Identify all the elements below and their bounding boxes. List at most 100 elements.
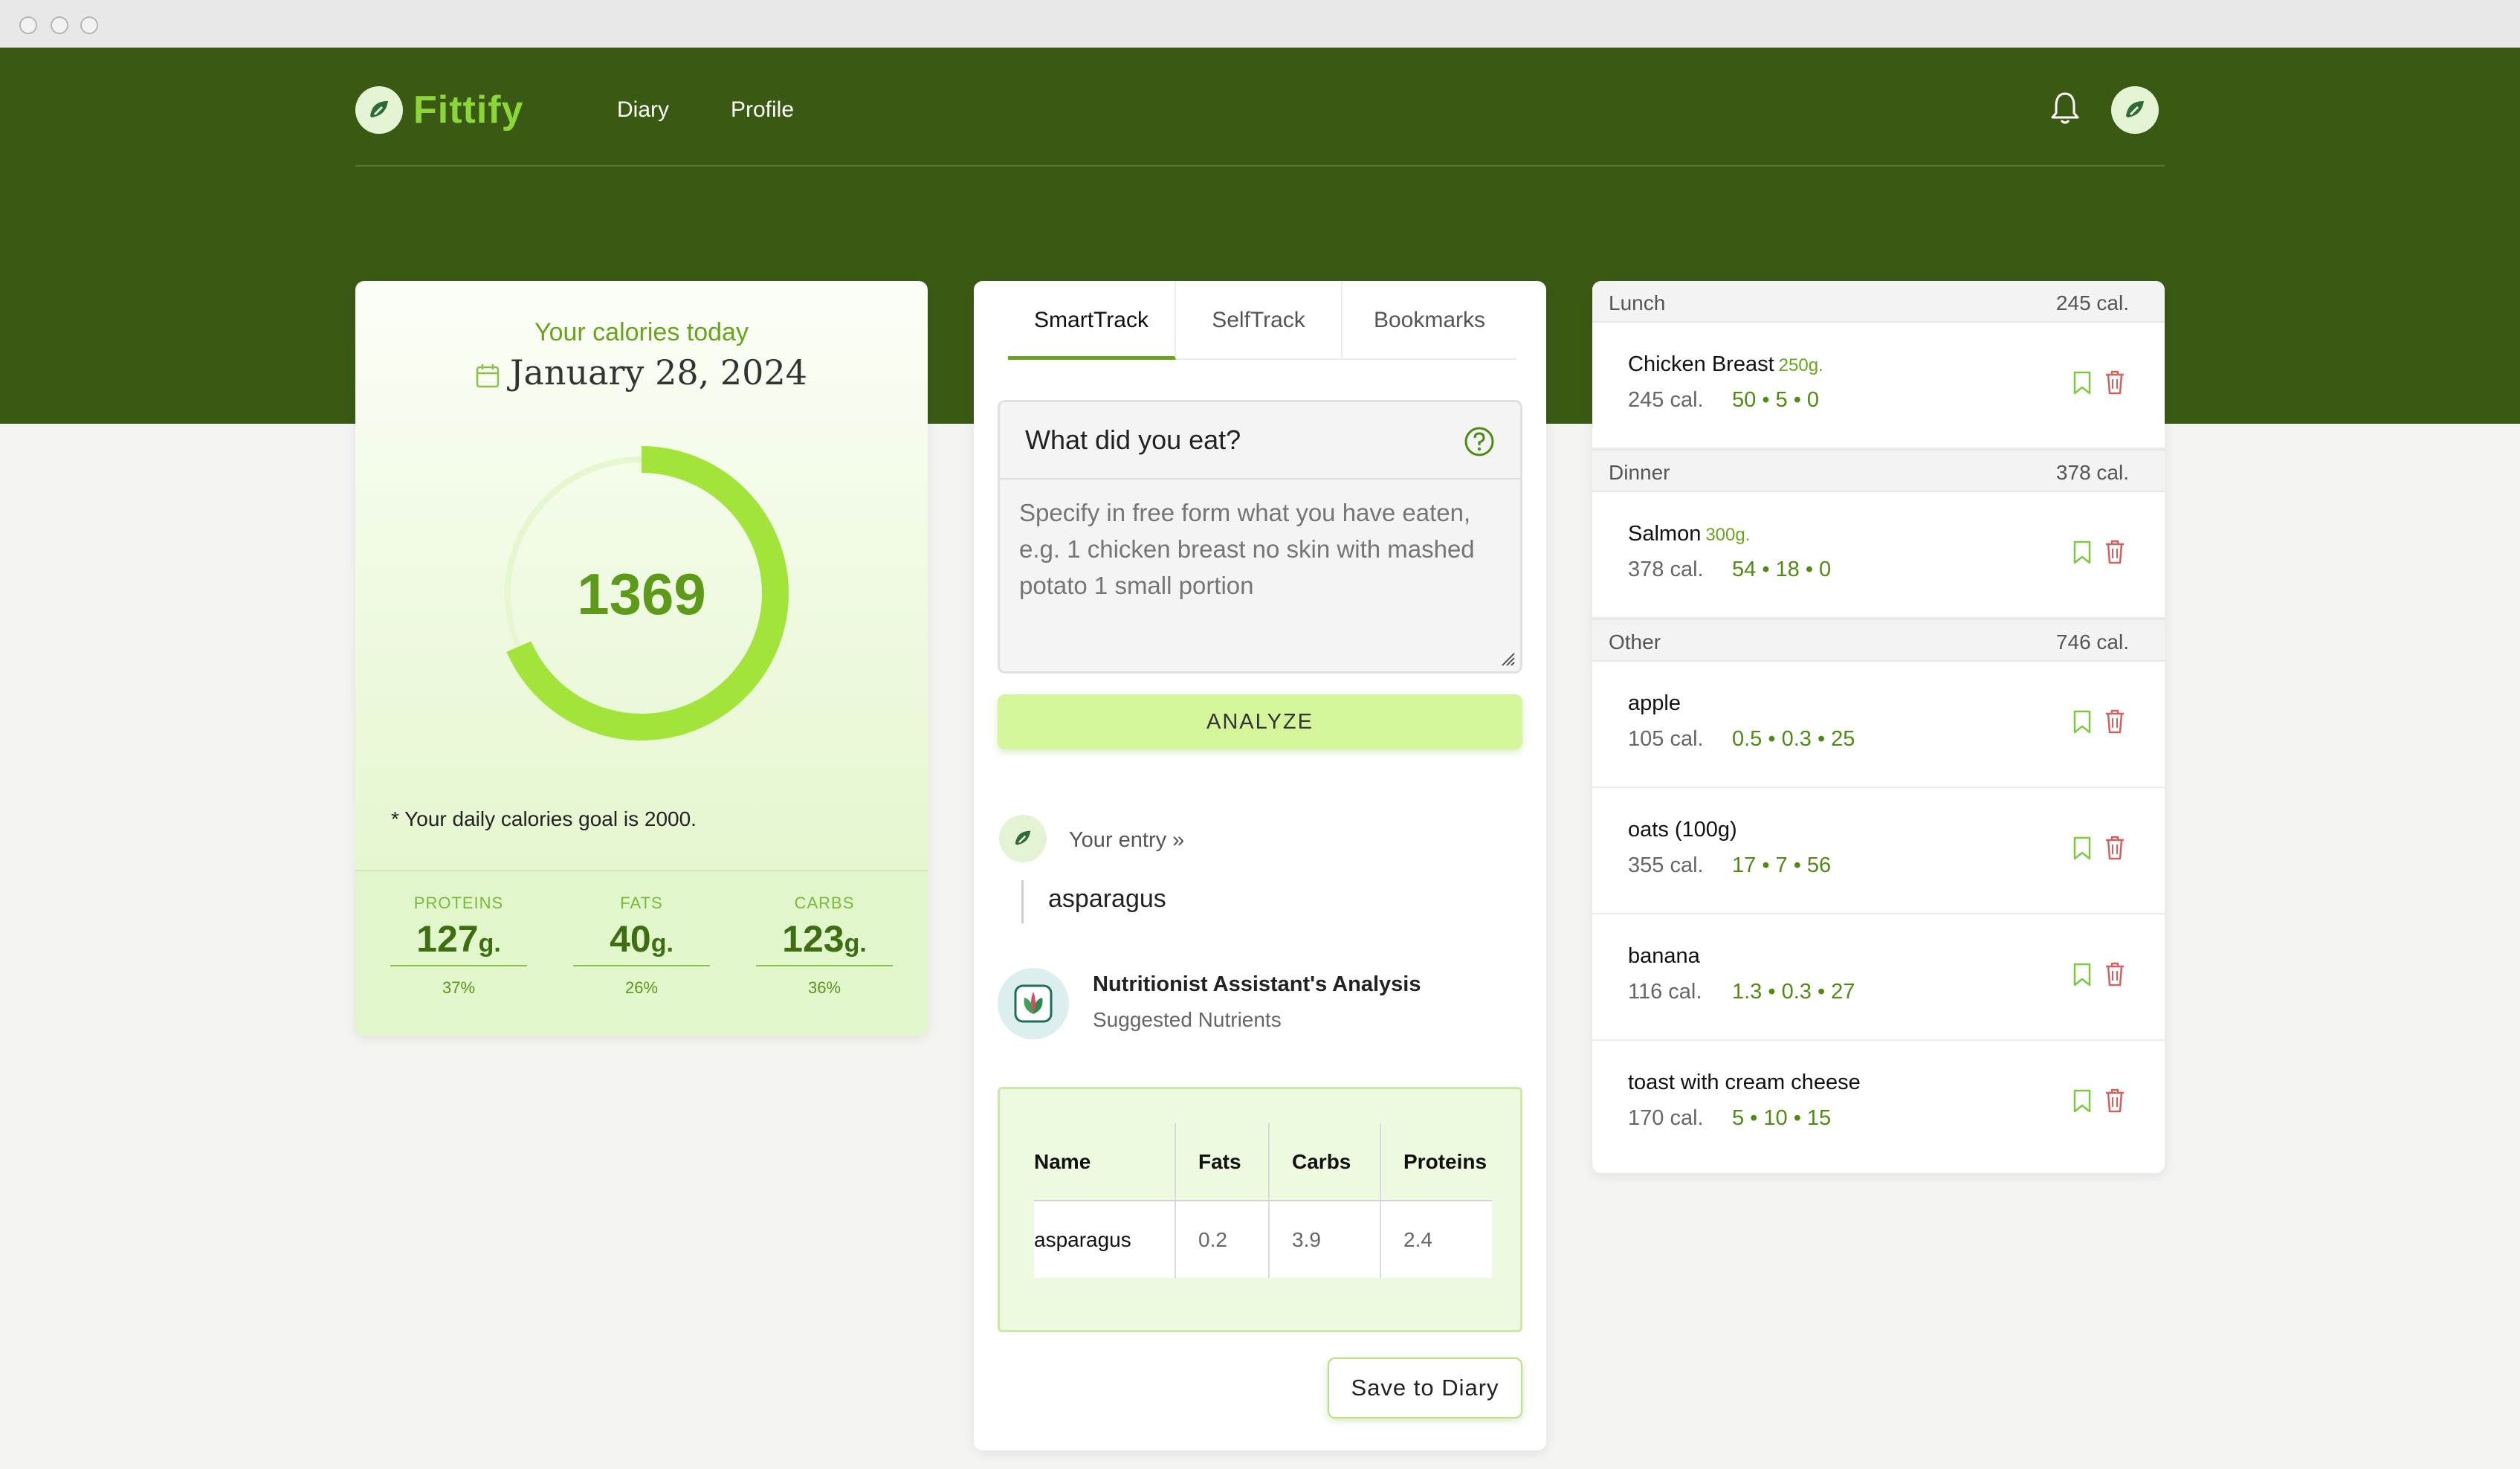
- list-item[interactable]: apple 105 cal. 0.5 • 0.3 • 25: [1592, 662, 2165, 788]
- assistant-subtitle: Suggested Nutrients: [1093, 1008, 1282, 1031]
- food-weight: 300g.: [1705, 525, 1751, 545]
- nutrients-table: Name Fats Carbs Proteins asparagus 0.2 3…: [1034, 1123, 1492, 1278]
- tab-selftrack[interactable]: SelfTrack: [1176, 281, 1343, 360]
- window-close-button[interactable]: [19, 16, 37, 34]
- food-macros: 54 • 18 • 0: [1732, 558, 1832, 581]
- bookmark-icon[interactable]: [2071, 1088, 2093, 1114]
- macro-value: 127g.: [390, 917, 527, 966]
- list-item[interactable]: toast with cream cheese 170 cal. 5 • 10 …: [1592, 1041, 2165, 1167]
- calories-ring: 1369: [494, 446, 789, 740]
- bell-icon[interactable]: [2049, 91, 2081, 126]
- table-row: asparagus 0.2 3.9 2.4: [1034, 1201, 1492, 1278]
- food-macros: 0.5 • 0.3 • 25: [1732, 727, 1855, 751]
- column-header: Fats: [1175, 1123, 1269, 1201]
- trash-icon[interactable]: [2104, 834, 2126, 861]
- analyze-button[interactable]: ANALYZE: [998, 694, 1522, 749]
- food-macros: 5 • 10 • 15: [1732, 1106, 1832, 1130]
- food-macros: 1.3 • 0.3 • 27: [1732, 980, 1855, 1004]
- section-name: Lunch: [1609, 291, 1666, 314]
- assistant-title: Nutritionist Assistant's Analysis: [1093, 972, 1421, 996]
- resize-handle-icon[interactable]: [1499, 650, 1516, 667]
- section-name: Other: [1609, 630, 1661, 653]
- macro-fats: FATS 40g. 26%: [573, 894, 710, 998]
- diary-card: Lunch 245 cal. Chicken Breast 250g. 245 c…: [1592, 281, 2165, 1173]
- food-macros: 50 • 5 • 0: [1732, 388, 1820, 412]
- calories-date: January 28, 2024: [355, 352, 928, 393]
- top-nav: Fittify Diary Profile: [355, 48, 2165, 167]
- food-entry-box: What did you eat?: [998, 400, 1522, 674]
- track-card: SmartTrack SelfTrack Bookmarks What did …: [974, 281, 1546, 1450]
- list-item[interactable]: Salmon 300g. 378 cal. 54 • 18 • 0: [1592, 492, 2165, 619]
- trash-icon[interactable]: [2104, 369, 2126, 396]
- food-entry-question: What did you eat?: [1025, 424, 1241, 455]
- calories-title: Your calories today: [534, 318, 749, 346]
- nav-diary[interactable]: Diary: [617, 86, 669, 134]
- macro-label: CARBS: [794, 894, 855, 912]
- food-calories: 105 cal.: [1628, 727, 1704, 751]
- macro-value: 40g.: [573, 917, 710, 966]
- tab-bookmarks[interactable]: Bookmarks: [1343, 281, 1516, 360]
- macro-percent: 37%: [442, 978, 476, 997]
- bookmark-icon[interactable]: [2071, 709, 2093, 734]
- nav-profile[interactable]: Profile: [731, 86, 794, 134]
- list-item[interactable]: oats (100g) 355 cal. 17 • 7 • 56: [1592, 788, 2165, 914]
- section-calories: 245 cal.: [2055, 291, 2129, 314]
- food-name: banana: [1628, 944, 1700, 968]
- food-weight: 250g.: [1778, 355, 1823, 375]
- entry-value: asparagus: [1048, 885, 1166, 913]
- trash-icon[interactable]: [2104, 960, 2126, 987]
- avatar[interactable]: [2111, 86, 2159, 134]
- section-header-other: Other 746 cal.: [1592, 619, 2165, 662]
- window-titlebar: [0, 0, 2520, 48]
- bookmark-icon[interactable]: [2071, 962, 2093, 987]
- food-macros: 17 • 7 • 56: [1732, 853, 1832, 877]
- macro-label: PROTEINS: [413, 894, 504, 912]
- window-maximize-button[interactable]: [80, 16, 98, 34]
- section-calories: 378 cal.: [2055, 461, 2129, 484]
- help-icon[interactable]: [1464, 426, 1495, 457]
- save-to-diary-button[interactable]: Save to Diary: [1328, 1357, 1522, 1418]
- food-name: Chicken Breast 250g.: [1628, 352, 1823, 376]
- trash-icon[interactable]: [2104, 1087, 2126, 1114]
- entry-label[interactable]: Your entry »: [1069, 828, 1184, 853]
- table-header-row: Name Fats Carbs Proteins: [1034, 1123, 1492, 1201]
- window-minimize-button[interactable]: [51, 16, 68, 34]
- macro-percent: 36%: [807, 978, 841, 997]
- list-item[interactable]: Chicken Breast 250g. 245 cal. 50 • 5 • 0: [1592, 323, 2165, 449]
- list-item[interactable]: banana 116 cal. 1.3 • 0.3 • 27: [1592, 914, 2165, 1041]
- logo-icon[interactable]: [355, 86, 403, 134]
- trash-icon[interactable]: [2104, 708, 2126, 734]
- trash-icon[interactable]: [2104, 538, 2126, 565]
- entry-leaf-icon: [999, 815, 1047, 862]
- nutrients-panel: Name Fats Carbs Proteins asparagus 0.2 3…: [998, 1087, 1522, 1332]
- bookmark-icon[interactable]: [2071, 836, 2093, 861]
- food-name: toast with cream cheese: [1628, 1071, 1861, 1094]
- column-header: Carbs: [1268, 1123, 1380, 1201]
- entry-quote-bar: [1021, 880, 1024, 923]
- track-tabs: SmartTrack SelfTrack Bookmarks: [1008, 281, 1516, 360]
- section-calories: 746 cal.: [2055, 630, 2129, 653]
- food-calories: 170 cal.: [1628, 1106, 1704, 1130]
- food-calories: 378 cal.: [1628, 558, 1704, 581]
- section-header-lunch: Lunch 245 cal.: [1592, 281, 2165, 323]
- macros-panel: PROTEINS 127g. 37% FATS 40g. 26% CARBS 1…: [355, 870, 928, 1036]
- food-calories: 245 cal.: [1628, 388, 1704, 412]
- calendar-icon: [476, 364, 500, 388]
- food-entry-input[interactable]: [1000, 480, 1520, 671]
- tab-smarttrack[interactable]: SmartTrack: [1008, 281, 1176, 360]
- bookmark-icon[interactable]: [2071, 540, 2093, 565]
- column-header: Proteins: [1380, 1123, 1492, 1201]
- food-name: Salmon 300g.: [1628, 522, 1751, 546]
- bookmark-icon[interactable]: [2071, 370, 2093, 396]
- food-calories: 116 cal.: [1628, 980, 1702, 1004]
- macro-proteins: PROTEINS 127g. 37%: [390, 894, 527, 998]
- table-cell: 3.9: [1268, 1201, 1380, 1278]
- food-entry-header: What did you eat?: [1000, 402, 1520, 480]
- macro-label: FATS: [620, 894, 663, 912]
- food-name: apple: [1628, 691, 1681, 715]
- table-cell: 2.4: [1380, 1201, 1492, 1278]
- section-header-dinner: Dinner 378 cal.: [1592, 449, 2165, 492]
- brand-name[interactable]: Fittify: [413, 86, 524, 134]
- food-name: oats (100g): [1628, 818, 1737, 842]
- macro-percent: 26%: [624, 978, 659, 997]
